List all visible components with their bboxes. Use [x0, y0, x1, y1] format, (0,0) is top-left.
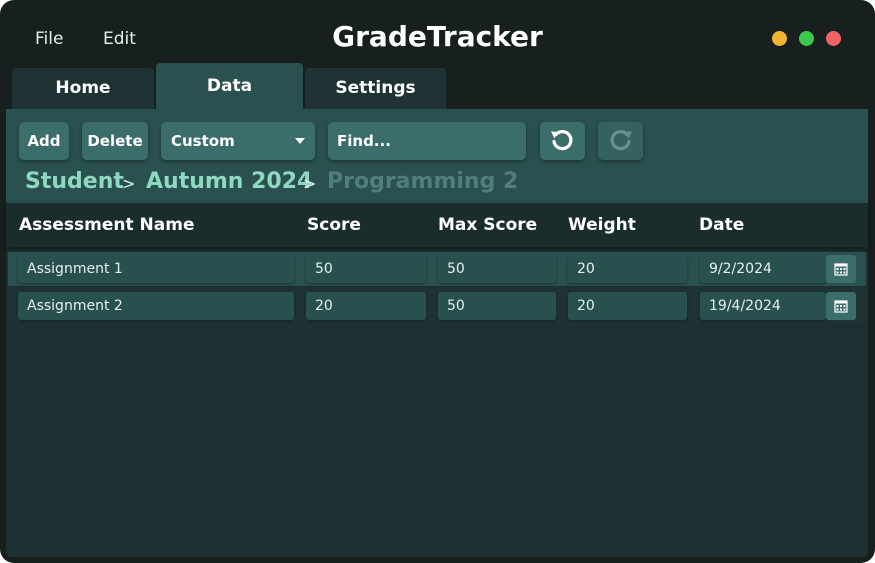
weight-field[interactable]: 20 [568, 255, 687, 283]
filter-dropdown-value: Custom [171, 132, 235, 150]
table-row[interactable]: Assignment 1 50 50 20 9/2/2024 [8, 252, 866, 286]
breadcrumb-course: Programming 2 [327, 169, 519, 194]
chevron-down-icon [295, 138, 305, 144]
tab-data[interactable]: Data [156, 63, 303, 109]
redo-button[interactable] [598, 122, 643, 160]
score-field[interactable]: 20 [306, 292, 426, 320]
redo-icon [610, 130, 632, 151]
column-header-weight[interactable]: Weight [568, 215, 636, 235]
calendar-icon [834, 263, 848, 276]
max-score-field[interactable]: 50 [438, 292, 556, 320]
title-bar: File Edit GradeTracker [0, 0, 875, 70]
undo-button[interactable] [540, 122, 585, 160]
table-header: Assessment Name Score Max Score Weight D… [6, 203, 868, 247]
column-header-score[interactable]: Score [307, 215, 361, 235]
date-field[interactable]: 19/4/2024 [700, 292, 826, 320]
breadcrumb-term[interactable]: Autumn 2024 [146, 169, 312, 194]
close-button[interactable] [826, 31, 841, 46]
minimize-button[interactable] [772, 31, 787, 46]
breadcrumb-separator: > [122, 174, 136, 193]
tab-settings[interactable]: Settings [305, 68, 446, 109]
date-picker-button[interactable] [826, 292, 856, 320]
max-score-field[interactable]: 50 [438, 255, 556, 283]
app-window: File Edit GradeTracker Home Data Setting… [0, 0, 875, 563]
weight-field[interactable]: 20 [568, 292, 687, 320]
calendar-icon [834, 300, 848, 313]
score-field[interactable]: 50 [306, 255, 426, 283]
table-row[interactable]: Assignment 2 20 50 20 19/4/2024 [8, 289, 866, 323]
maximize-button[interactable] [799, 31, 814, 46]
assessment-name-field[interactable]: Assignment 2 [18, 292, 294, 320]
date-field[interactable]: 9/2/2024 [700, 255, 826, 283]
assessment-name-field[interactable]: Assignment 1 [18, 255, 294, 283]
app-title: GradeTracker [332, 20, 543, 53]
column-header-max-score[interactable]: Max Score [438, 215, 537, 235]
search-input[interactable] [328, 122, 526, 160]
delete-button[interactable]: Delete [82, 122, 148, 160]
tab-home[interactable]: Home [12, 68, 154, 109]
breadcrumb-student[interactable]: Student [25, 169, 124, 194]
column-header-date[interactable]: Date [699, 215, 744, 235]
breadcrumb-separator: > [303, 174, 317, 193]
undo-icon [551, 130, 573, 151]
data-panel: Add Delete Custom Student > Au [6, 109, 868, 557]
toolbar: Add Delete Custom Student > Au [6, 109, 868, 203]
column-header-assessment-name[interactable]: Assessment Name [19, 215, 195, 235]
date-picker-button[interactable] [826, 255, 856, 283]
filter-dropdown[interactable]: Custom [161, 122, 315, 160]
add-button[interactable]: Add [19, 122, 69, 160]
